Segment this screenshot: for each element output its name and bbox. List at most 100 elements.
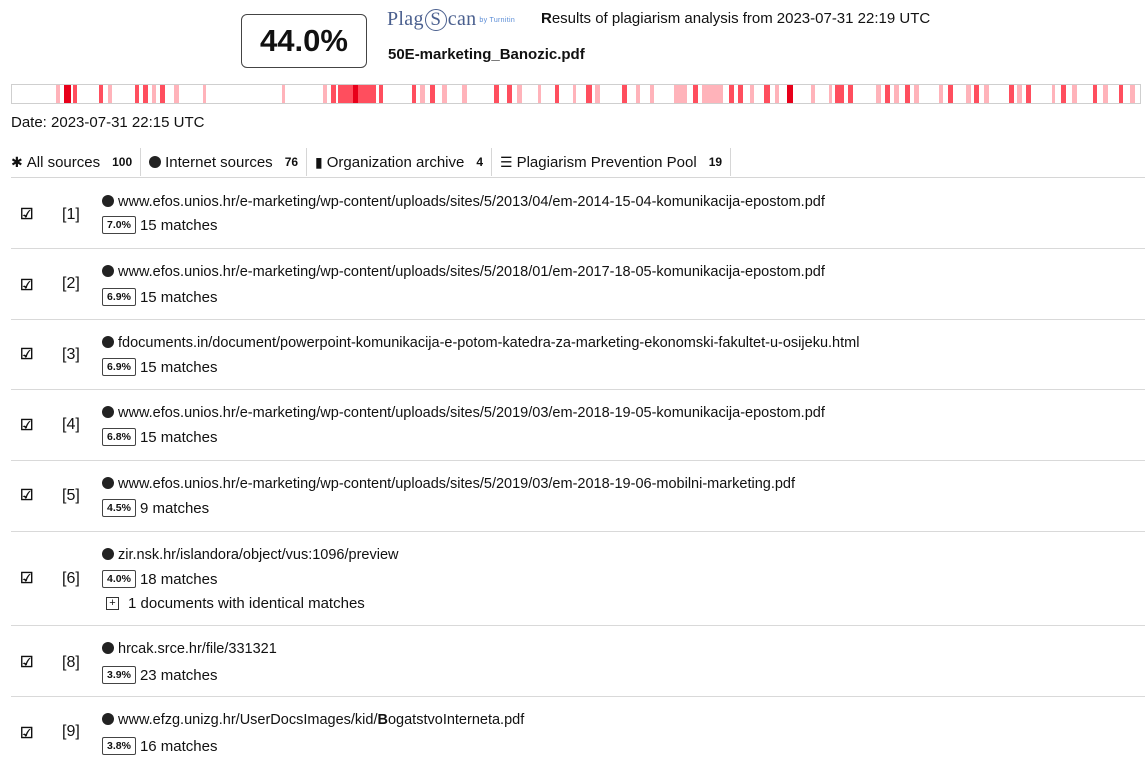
source-checkbox[interactable]: ☑ xyxy=(20,571,34,586)
match-segment[interactable] xyxy=(55,85,61,103)
match-segment[interactable] xyxy=(441,85,448,103)
match-segment[interactable] xyxy=(63,85,71,103)
match-segment[interactable] xyxy=(702,85,723,103)
match-segment[interactable] xyxy=(984,85,989,103)
match-segment[interactable] xyxy=(622,85,627,103)
match-segment[interactable] xyxy=(1009,85,1014,103)
match-segment[interactable] xyxy=(98,85,104,103)
match-segment[interactable] xyxy=(430,85,435,103)
match-segment[interactable] xyxy=(1072,85,1077,103)
match-segment[interactable] xyxy=(420,85,425,103)
match-segment[interactable] xyxy=(281,85,285,103)
globe-icon xyxy=(102,406,114,418)
source-index: [6] xyxy=(62,570,80,587)
source-checkbox[interactable]: ☑ xyxy=(20,347,34,362)
match-segment[interactable] xyxy=(948,85,953,103)
source-url[interactable]: www.efos.unios.hr/e-marketing/wp-content… xyxy=(102,405,825,421)
match-segment[interactable] xyxy=(828,85,833,103)
match-segment[interactable] xyxy=(693,85,698,103)
source-url[interactable]: www.efos.unios.hr/e-marketing/wp-content… xyxy=(102,476,795,492)
match-segment[interactable] xyxy=(635,85,641,103)
match-segment[interactable] xyxy=(572,85,576,103)
match-count: 18 matches xyxy=(139,570,218,588)
match-segment[interactable] xyxy=(202,85,206,103)
match-segment[interactable] xyxy=(847,85,854,103)
match-percent-badge: 6.9% xyxy=(102,288,136,306)
match-segment[interactable] xyxy=(1129,85,1136,103)
match-segment[interactable] xyxy=(974,85,979,103)
match-segment[interactable] xyxy=(493,85,500,103)
match-segment[interactable] xyxy=(835,85,845,103)
match-segment[interactable] xyxy=(885,85,890,103)
match-segment[interactable] xyxy=(595,85,600,103)
match-segment[interactable] xyxy=(738,85,743,103)
match-segment[interactable] xyxy=(810,85,816,103)
tab-organization-archive[interactable]: ▮ Organization archive 4 xyxy=(307,148,493,176)
match-segment[interactable] xyxy=(729,85,734,103)
source-url[interactable]: www.efos.unios.hr/e-marketing/wp-content… xyxy=(102,264,825,280)
source-url[interactable]: fdocuments.in/document/powerpoint-komuni… xyxy=(102,335,859,351)
match-segment[interactable] xyxy=(323,85,327,103)
match-segment[interactable] xyxy=(134,85,140,103)
source-meta: 4.0% 18 matches xyxy=(102,570,217,588)
match-segment[interactable] xyxy=(507,85,512,103)
match-distribution-bar[interactable] xyxy=(11,84,1141,104)
match-count: 16 matches xyxy=(139,737,218,755)
source-url[interactable]: www.efos.unios.hr/e-marketing/wp-content… xyxy=(102,194,825,210)
tab-count: 76 xyxy=(284,155,299,169)
match-segment[interactable] xyxy=(378,85,384,103)
tab-plagiarism-prevention-pool[interactable]: ☰ Plagiarism Prevention Pool 19 xyxy=(492,148,732,176)
source-checkbox[interactable]: ☑ xyxy=(20,655,34,670)
match-segment[interactable] xyxy=(1061,85,1066,103)
match-segment[interactable] xyxy=(774,85,780,103)
match-segment[interactable] xyxy=(749,85,755,103)
match-segment[interactable] xyxy=(554,85,560,103)
match-segment[interactable] xyxy=(786,85,793,103)
match-segment[interactable] xyxy=(914,85,919,103)
source-url[interactable]: www.efzg.unizg.hr/UserDocsImages/kid/Bog… xyxy=(102,712,524,728)
match-segment[interactable] xyxy=(1052,85,1056,103)
tab-internet-sources[interactable]: Internet sources 76 xyxy=(141,148,308,176)
match-segment[interactable] xyxy=(650,85,654,103)
match-segment[interactable] xyxy=(966,85,971,103)
match-segment[interactable] xyxy=(894,85,899,103)
match-segment[interactable] xyxy=(352,85,359,103)
source-checkbox[interactable]: ☑ xyxy=(20,278,34,293)
source-checkbox[interactable]: ☑ xyxy=(20,207,34,222)
match-segment[interactable] xyxy=(905,85,910,103)
match-segment[interactable] xyxy=(1102,85,1109,103)
tabs-divider xyxy=(11,177,1145,178)
source-checkbox[interactable]: ☑ xyxy=(20,488,34,503)
match-segment[interactable] xyxy=(939,85,943,103)
match-segment[interactable] xyxy=(1026,85,1031,103)
source-url[interactable]: zir.nsk.hr/islandora/object/vus:1096/pre… xyxy=(102,547,398,563)
match-segment[interactable] xyxy=(151,85,157,103)
match-segment[interactable] xyxy=(1017,85,1022,103)
match-segment[interactable] xyxy=(412,85,416,103)
globe-icon xyxy=(102,265,114,277)
match-segment[interactable] xyxy=(159,85,166,103)
match-percent-badge: 3.9% xyxy=(102,666,136,684)
match-segment[interactable] xyxy=(876,85,881,103)
match-segment[interactable] xyxy=(142,85,149,103)
match-count: 15 matches xyxy=(139,358,218,376)
match-percent-badge: 4.5% xyxy=(102,499,136,517)
match-segment[interactable] xyxy=(1118,85,1124,103)
match-segment[interactable] xyxy=(764,85,770,103)
match-segment[interactable] xyxy=(1092,85,1098,103)
match-segment[interactable] xyxy=(107,85,113,103)
source-checkbox[interactable]: ☑ xyxy=(20,418,34,433)
match-segment[interactable] xyxy=(517,85,522,103)
match-segment[interactable] xyxy=(674,85,687,103)
match-segment[interactable] xyxy=(72,85,78,103)
match-segment[interactable] xyxy=(174,85,179,103)
match-segment[interactable] xyxy=(462,85,467,103)
match-segment[interactable] xyxy=(586,85,592,103)
match-segment[interactable] xyxy=(331,85,336,103)
source-url[interactable]: hrcak.srce.hr/file/331321 xyxy=(102,641,277,657)
identical-matches-toggle[interactable]: +1 documents with identical matches xyxy=(106,595,365,612)
tab-all-sources[interactable]: ✱ All sources 100 xyxy=(11,148,142,176)
source-checkbox[interactable]: ☑ xyxy=(20,726,34,741)
match-segment[interactable] xyxy=(537,85,542,103)
globe-icon xyxy=(102,195,114,207)
